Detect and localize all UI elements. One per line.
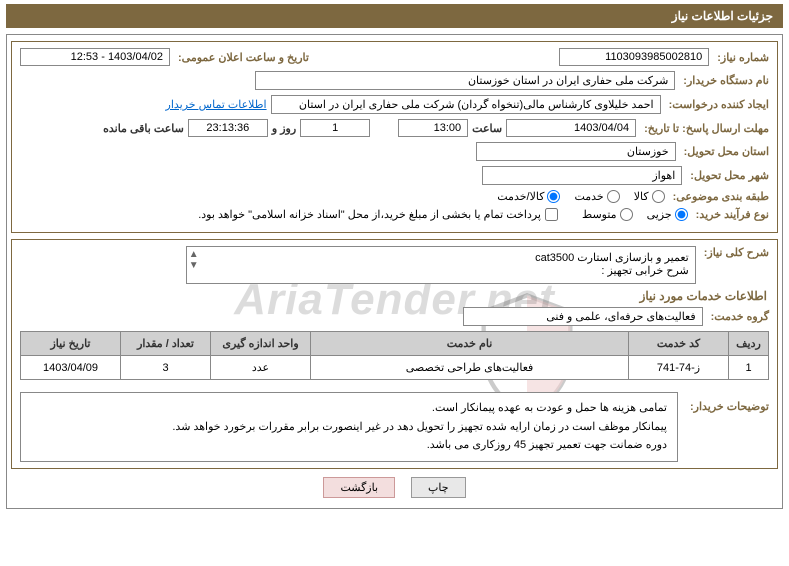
buyer-field: شرکت ملی حفاری ایران در استان خوزستان: [255, 71, 675, 90]
remaining-time-field: 23:13:36: [188, 119, 268, 137]
th-name: نام خدمت: [311, 332, 629, 356]
radio-kala[interactable]: کالا: [634, 190, 665, 203]
radio-khadamat-input[interactable]: [607, 190, 620, 203]
requester-label: ایجاد کننده درخواست:: [665, 98, 769, 111]
th-code: کد خدمت: [629, 332, 729, 356]
time-label: ساعت: [472, 122, 502, 135]
notes-line1: تمامی هزینه ها حمل و عودت به عهده پیمانک…: [31, 399, 667, 418]
general-label: شرح کلی نیاز:: [700, 246, 769, 259]
radio-khadamat[interactable]: خدمت: [574, 190, 619, 203]
th-unit: واحد اندازه گیری: [211, 332, 311, 356]
notes-line3: دوره ضمانت جهت تعمیر تجهیز 45 روزکاری می…: [31, 436, 667, 455]
panel-header: جزئیات اطلاعات نیاز: [6, 4, 783, 28]
service-group-field: فعالیت‌های حرفه‌ای، علمی و فنی: [463, 307, 703, 326]
general-line2: شرح خرابی تجهیز :: [193, 264, 689, 277]
notes-line2: پیمانکار موظف است در زمان ارایه شده تجهی…: [31, 418, 667, 437]
treasury-checkbox[interactable]: [545, 208, 558, 221]
general-line1: تعمیر و بازسازی استارت cat3500: [193, 251, 689, 264]
scroll-indicator-icon: ▲▼: [189, 249, 199, 271]
province-label: استان محل تحویل:: [680, 145, 769, 158]
radio-kala-input[interactable]: [652, 190, 665, 203]
city-field: اهواز: [482, 166, 682, 185]
table-row: 1 ز-74-741 فعالیت‌های طراحی تخصصی عدد 3 …: [21, 356, 769, 380]
page-container: جزئیات اطلاعات نیاز AriaTender.net شماره…: [0, 0, 789, 566]
radio-jozei[interactable]: جزیی: [647, 208, 688, 221]
need-number-label: شماره نیاز:: [713, 51, 769, 64]
radio-kalakhadamat[interactable]: کالا/خدمت: [497, 190, 560, 203]
city-label: شهر محل تحویل:: [686, 169, 769, 182]
radio-motavaset-input[interactable]: [620, 208, 633, 221]
province-field: خوزستان: [476, 142, 676, 161]
cell-date: 1403/04/09: [21, 356, 121, 380]
category-radio-group: کالا خدمت کالا/خدمت: [497, 190, 664, 203]
treasury-checkbox-label: پرداخت تمام یا بخشی از مبلغ خرید،از محل …: [198, 208, 541, 221]
buyer-notes-wrap: توضیحات خریدار: تمامی هزینه ها حمل و عود…: [20, 386, 769, 462]
radio-jozei-input[interactable]: [675, 208, 688, 221]
panel-title: جزئیات اطلاعات نیاز: [672, 9, 773, 23]
cell-row: 1: [729, 356, 769, 380]
buyer-notes-box: تمامی هزینه ها حمل و عودت به عهده پیمانک…: [20, 392, 678, 462]
content-border: AriaTender.net شماره نیاز: 1103093985002…: [6, 34, 783, 509]
info-panel-2: شرح کلی نیاز: ▲▼ تعمیر و بازسازی استارت …: [11, 239, 778, 469]
deadline-label: مهلت ارسال پاسخ: تا تاریخ:: [640, 122, 769, 135]
deadline-time-field: 13:00: [398, 119, 468, 137]
services-table: ردیف کد خدمت نام خدمت واحد اندازه گیری ت…: [20, 331, 769, 380]
th-qty: تعداد / مقدار: [121, 332, 211, 356]
purchase-type-label: نوع فرآیند خرید:: [692, 208, 769, 221]
buyer-label: نام دستگاه خریدار:: [679, 74, 769, 87]
service-group-label: گروه خدمت:: [707, 310, 769, 323]
cell-code: ز-74-741: [629, 356, 729, 380]
days-label: روز و: [272, 122, 296, 135]
back-button[interactable]: بازگشت: [323, 477, 395, 498]
services-section-title: اطلاعات خدمات مورد نیاز: [22, 289, 767, 303]
remaining-label: ساعت باقی مانده: [103, 122, 184, 135]
category-label: طبقه بندی موضوعی:: [669, 190, 769, 203]
announce-field: 1403/04/02 - 12:53: [20, 48, 170, 66]
need-number-field: 1103093985002810: [559, 48, 709, 66]
cell-qty: 3: [121, 356, 211, 380]
purchase-type-radio-group: جزیی متوسط: [582, 208, 688, 221]
buyer-contact-link[interactable]: اطلاعات تماس خریدار: [166, 98, 267, 111]
th-date: تاریخ نیاز: [21, 332, 121, 356]
cell-name: فعالیت‌های طراحی تخصصی: [311, 356, 629, 380]
requester-field: احمد خلیلاوی کارشناس مالی(تنخواه گردان) …: [271, 95, 661, 114]
button-row: چاپ بازگشت: [11, 477, 778, 498]
table-header-row: ردیف کد خدمت نام خدمت واحد اندازه گیری ت…: [21, 332, 769, 356]
treasury-checkbox-row: پرداخت تمام یا بخشی از مبلغ خرید،از محل …: [198, 208, 558, 221]
announce-label: تاریخ و ساعت اعلان عمومی:: [174, 51, 309, 64]
cell-unit: عدد: [211, 356, 311, 380]
info-panel-1: شماره نیاز: 1103093985002810 تاریخ و ساع…: [11, 41, 778, 233]
radio-kalakhadamat-input[interactable]: [547, 190, 560, 203]
buyer-notes-label: توضیحات خریدار:: [686, 386, 769, 413]
deadline-date-field: 1403/04/04: [506, 119, 636, 137]
print-button[interactable]: چاپ: [411, 477, 466, 498]
general-textarea[interactable]: ▲▼ تعمیر و بازسازی استارت cat3500 شرح خر…: [186, 246, 696, 284]
radio-motavaset[interactable]: متوسط: [582, 208, 633, 221]
days-field: 1: [300, 119, 370, 137]
th-row: ردیف: [729, 332, 769, 356]
